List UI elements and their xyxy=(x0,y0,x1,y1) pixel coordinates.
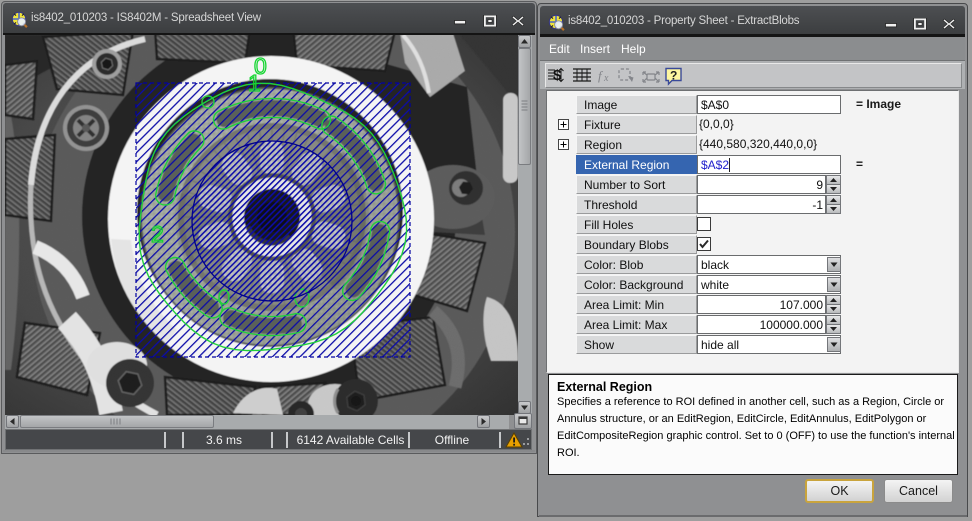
svg-text:?: ? xyxy=(670,69,677,83)
svg-text:2: 2 xyxy=(151,221,164,247)
svg-text:1: 1 xyxy=(248,70,261,96)
svg-text:x: x xyxy=(603,73,609,84)
